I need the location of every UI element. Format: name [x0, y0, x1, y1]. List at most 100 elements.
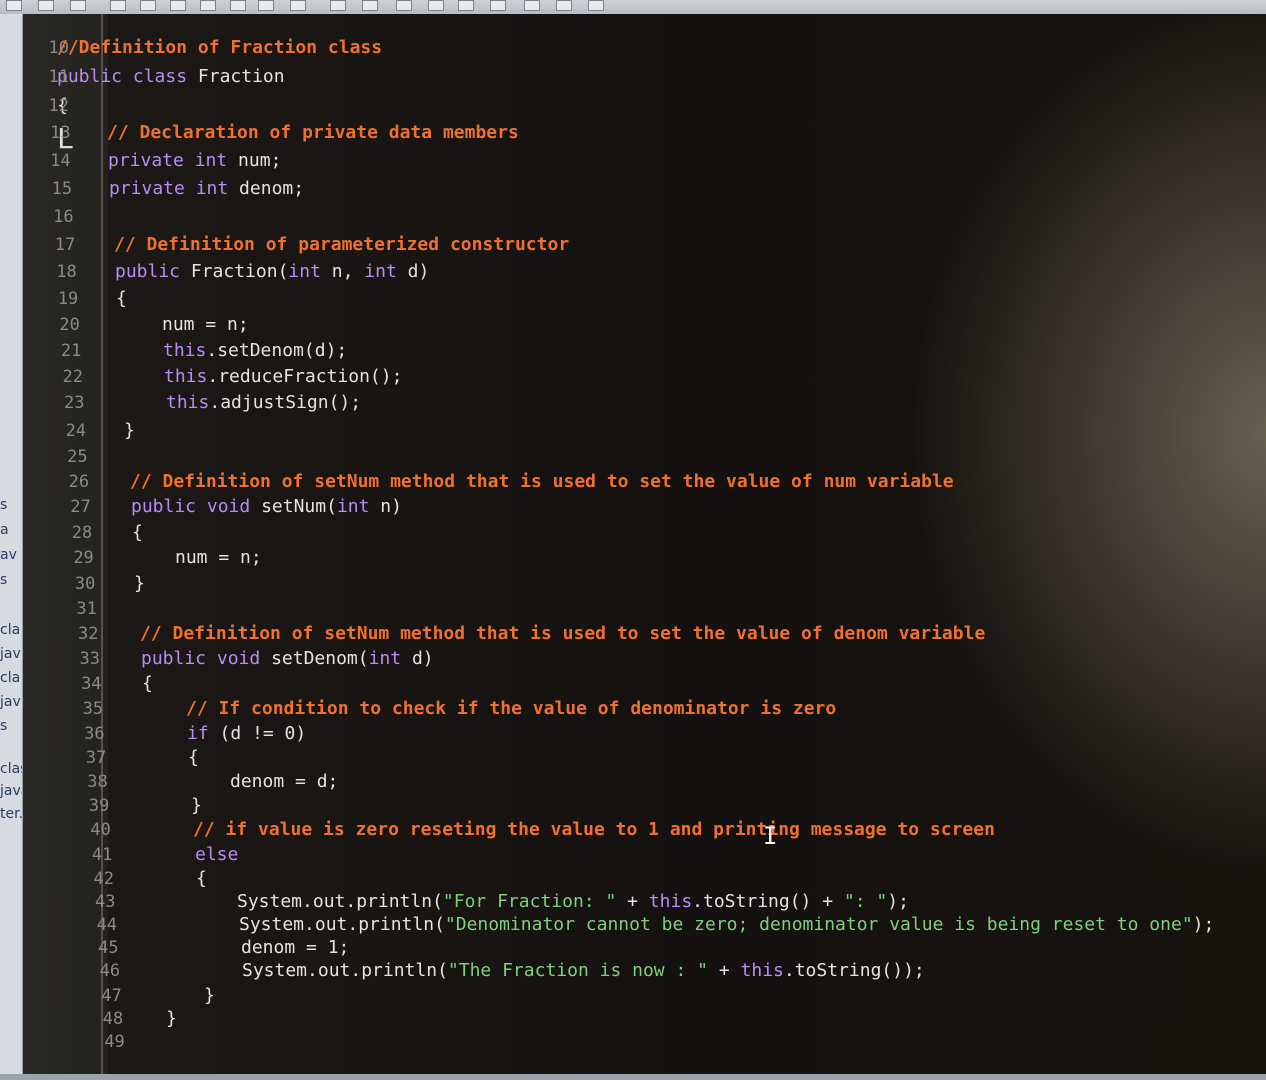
code-keyword: int	[194, 150, 228, 171]
line-number: 49	[104, 1032, 125, 1052]
code-line[interactable]: this.setDenom(d);	[163, 340, 347, 362]
code-token: );	[1192, 914, 1215, 935]
toolbar-button-icon[interactable]	[290, 0, 306, 11]
i-beam-cursor-icon: I	[763, 822, 778, 850]
line-number: 15	[51, 179, 73, 199]
code-token: num;	[227, 150, 282, 171]
toolbar-button-icon[interactable]	[556, 0, 572, 11]
code-line[interactable]: }	[166, 1008, 177, 1030]
code-line[interactable]: if (d != 0)	[187, 723, 306, 745]
package-explorer-item[interactable]: clas	[0, 761, 22, 777]
code-line[interactable]: {	[196, 868, 207, 890]
toolbar-button-icon[interactable]	[330, 0, 346, 11]
package-explorer-item[interactable]: a	[0, 522, 22, 538]
line-number: 22	[62, 367, 83, 387]
toolbar-button-icon[interactable]	[524, 0, 540, 11]
line-number: 13	[50, 123, 71, 143]
code-keyword: this	[164, 366, 208, 387]
code-token: System.out.println(	[242, 960, 448, 981]
package-explorer-item[interactable]: s	[0, 718, 22, 734]
code-line[interactable]: //Definition of Fraction class	[57, 37, 382, 59]
code-token: {	[116, 288, 127, 309]
line-number: 29	[73, 548, 94, 568]
code-keyword: int	[288, 261, 321, 282]
code-line[interactable]: System.out.println("For Fraction: " + th…	[237, 891, 909, 913]
code-line[interactable]: // If condition to check if the value of…	[186, 698, 836, 720]
code-line[interactable]: this.reduceFraction();	[164, 366, 402, 388]
code-editor[interactable]: //Definition of Fraction class public cla…	[23, 14, 1266, 1080]
code-line[interactable]: {	[116, 288, 127, 310]
package-explorer-item[interactable]: cla	[0, 622, 22, 638]
package-explorer-item[interactable]: av	[0, 547, 22, 563]
line-number: 43	[95, 892, 116, 912]
code-line[interactable]: num = n;	[175, 547, 262, 569]
package-explorer-item[interactable]: jav	[0, 694, 22, 710]
code-line[interactable]: public class Fraction	[57, 66, 285, 88]
code-token: {	[196, 868, 207, 889]
code-line[interactable]: // Definition of setNum method that is u…	[140, 623, 985, 645]
code-line[interactable]: denom = 1;	[241, 937, 349, 959]
code-line[interactable]: {	[132, 522, 143, 544]
toolbar-button-icon[interactable]	[70, 0, 86, 11]
line-number: 16	[53, 207, 74, 227]
toolbar-button-icon[interactable]	[6, 0, 22, 11]
code-line[interactable]: public Fraction(int n, int d)	[115, 261, 429, 283]
code-line[interactable]: private int denom;	[109, 178, 304, 200]
code-line[interactable]: num = n;	[162, 314, 249, 336]
toolbar-button-icon[interactable]	[490, 0, 506, 11]
package-explorer-item[interactable]: java	[0, 783, 22, 799]
code-line[interactable]: }	[191, 795, 202, 817]
code-line[interactable]: {	[142, 673, 153, 695]
toolbar-button-icon[interactable]	[258, 0, 274, 11]
code-line[interactable]: }	[204, 985, 215, 1007]
code-line[interactable]: public void setDenom(int d)	[141, 648, 434, 670]
code-line[interactable]: // Definition of parameterized construct…	[114, 234, 569, 256]
code-line[interactable]: }	[124, 420, 135, 442]
code-line[interactable]: System.out.println("Denominator cannot b…	[239, 914, 1214, 936]
toolbar-button-icon[interactable]	[428, 0, 444, 11]
code-line[interactable]: // Declaration of private data members	[107, 122, 519, 144]
package-explorer-item[interactable]: ter.c	[0, 806, 22, 822]
code-comment: // If condition to check if the value of…	[186, 698, 837, 719]
line-number: 36	[84, 724, 105, 744]
toolbar-button-icon[interactable]	[140, 0, 156, 11]
toolbar-button-icon[interactable]	[38, 0, 54, 11]
package-explorer-item[interactable]: cla	[0, 670, 22, 686]
code-line[interactable]: denom = d;	[230, 771, 338, 793]
code-line[interactable]: else	[195, 844, 238, 866]
line-number: 34	[81, 674, 102, 694]
code-keyword: int	[364, 261, 397, 282]
line-number: 23	[64, 393, 85, 413]
code-token: +	[616, 891, 649, 912]
toolbar-button-icon[interactable]	[230, 0, 246, 11]
code-keyword: this	[163, 340, 207, 361]
code-line[interactable]: public void setNum(int n)	[131, 496, 402, 518]
code-comment: // Definition of setNum method that is u…	[130, 471, 954, 492]
toolbar-button-icon[interactable]	[170, 0, 186, 11]
code-line[interactable]: System.out.println("The Fraction is now …	[242, 960, 925, 982]
package-explorer-item[interactable]: s	[0, 497, 22, 513]
code-line[interactable]: {	[188, 747, 199, 769]
code-comment: // if value is zero reseting the value t…	[193, 819, 995, 840]
line-number: 30	[74, 574, 96, 594]
code-string: "The Fraction is now : "	[447, 960, 708, 981]
package-explorer-item[interactable]: s	[0, 572, 22, 588]
toolbar-button-icon[interactable]	[588, 0, 604, 11]
toolbar-button-icon[interactable]	[458, 0, 474, 11]
code-line[interactable]: }	[134, 573, 145, 595]
package-explorer-item[interactable]: jav	[0, 646, 22, 662]
toolbar-button-icon[interactable]	[396, 0, 412, 11]
code-line[interactable]: this.adjustSign();	[166, 392, 361, 414]
toolbar-button-icon[interactable]	[200, 0, 216, 11]
code-line[interactable]: private int num;	[108, 150, 281, 172]
code-token: .reduceFraction();	[207, 366, 403, 387]
toolbar-button-icon[interactable]	[110, 0, 126, 11]
line-number: 42	[93, 869, 114, 889]
code-line[interactable]: // if value is zero reseting the value t…	[193, 819, 995, 841]
code-keyword: private	[109, 178, 185, 199]
code-line[interactable]: // Definition of setNum method that is u…	[130, 471, 954, 493]
code-keyword: void	[206, 496, 251, 517]
code-keyword: this	[166, 392, 210, 413]
code-token: .adjustSign();	[209, 392, 362, 413]
toolbar-button-icon[interactable]	[362, 0, 378, 11]
